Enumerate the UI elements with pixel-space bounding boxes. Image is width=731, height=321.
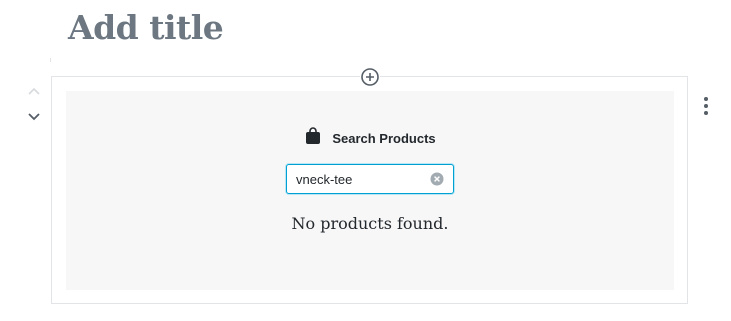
block-header: Search Products [66, 126, 674, 150]
chevron-up-icon[interactable] [26, 84, 42, 100]
clear-circle-icon[interactable] [430, 172, 444, 186]
chevron-down-icon[interactable] [26, 108, 42, 124]
product-search-input[interactable] [296, 170, 426, 188]
block-mover [22, 84, 46, 128]
product-search-block: Search Products No products found. [66, 91, 674, 290]
title-divider [50, 58, 51, 62]
shopping-bag-icon [304, 126, 322, 150]
no-results-message: No products found. [291, 214, 449, 233]
product-search-field[interactable] [286, 164, 454, 194]
more-vertical-icon[interactable] [698, 94, 714, 118]
menu-dot [704, 97, 708, 101]
menu-dot [704, 104, 708, 108]
plus-circle-icon[interactable] [360, 67, 380, 87]
block-label: Search Products [332, 130, 436, 146]
post-title-area[interactable]: Add title [50, 0, 690, 62]
post-title-placeholder[interactable]: Add title [68, 8, 224, 47]
menu-dot [704, 111, 708, 115]
